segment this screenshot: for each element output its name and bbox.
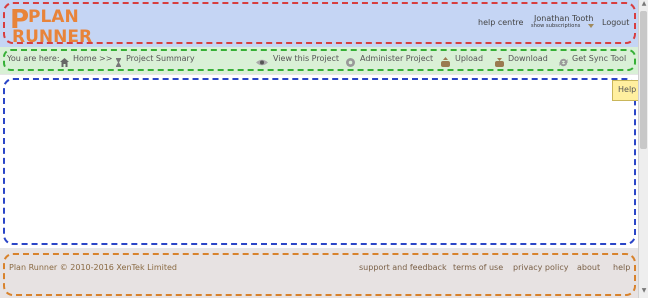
scroll-up-icon[interactable]: ▲ — [640, 0, 648, 10]
download-link[interactable]: Download — [508, 54, 548, 63]
header: P PLAN RUNNER help centre Jonathan Tooth… — [0, 0, 638, 47]
gear-icon[interactable] — [345, 53, 356, 67]
breadcrumb-separator: >> — [99, 54, 113, 63]
about-link[interactable]: about — [577, 263, 600, 272]
scroll-down-icon[interactable]: ▼ — [640, 287, 648, 297]
get-sync-tool-link[interactable]: Get Sync Tool — [572, 54, 626, 63]
hourglass-icon — [113, 53, 124, 67]
vertical-scrollbar[interactable]: ▲ ▼ — [638, 0, 648, 298]
nav-bar: You are here: Home >> Project Summary Vi… — [0, 47, 638, 74]
sync-icon[interactable] — [558, 53, 569, 67]
help-centre-link[interactable]: help centre — [478, 18, 523, 27]
scrollbar-thumb[interactable] — [640, 11, 647, 149]
download-icon[interactable] — [494, 53, 505, 67]
privacy-link[interactable]: privacy policy — [513, 263, 568, 272]
upload-icon[interactable] — [440, 53, 451, 67]
main-content — [0, 75, 638, 248]
main-frame — [3, 78, 636, 245]
breadcrumb-home[interactable]: Home — [73, 54, 97, 63]
support-link[interactable]: support and feedback — [359, 263, 447, 272]
footer: Plan Runner © 2010-2016 XenTek Limited s… — [0, 250, 638, 298]
view-project-link[interactable]: View this Project — [273, 54, 339, 63]
help-tab[interactable]: Help — [612, 80, 638, 101]
terms-link[interactable]: terms of use — [453, 263, 503, 272]
eye-icon[interactable] — [255, 53, 269, 66]
upload-link[interactable]: Upload — [455, 54, 483, 63]
copyright-text: Plan Runner © 2010-2016 XenTek Limited — [9, 263, 177, 272]
home-icon[interactable] — [59, 53, 70, 67]
help-link[interactable]: help — [613, 263, 630, 272]
administer-project-link[interactable]: Administer Project — [360, 54, 433, 63]
user-name[interactable]: Jonathan Tooth — [534, 14, 593, 23]
show-subscriptions-link[interactable]: show subscriptions — [531, 23, 580, 29]
footer-frame — [3, 253, 636, 296]
logout-link[interactable]: Logout — [602, 18, 629, 27]
breadcrumb-project-summary: Project Summary — [126, 54, 195, 63]
chevron-down-icon[interactable] — [587, 22, 595, 30]
you-are-here-label: You are here: — [7, 54, 60, 63]
